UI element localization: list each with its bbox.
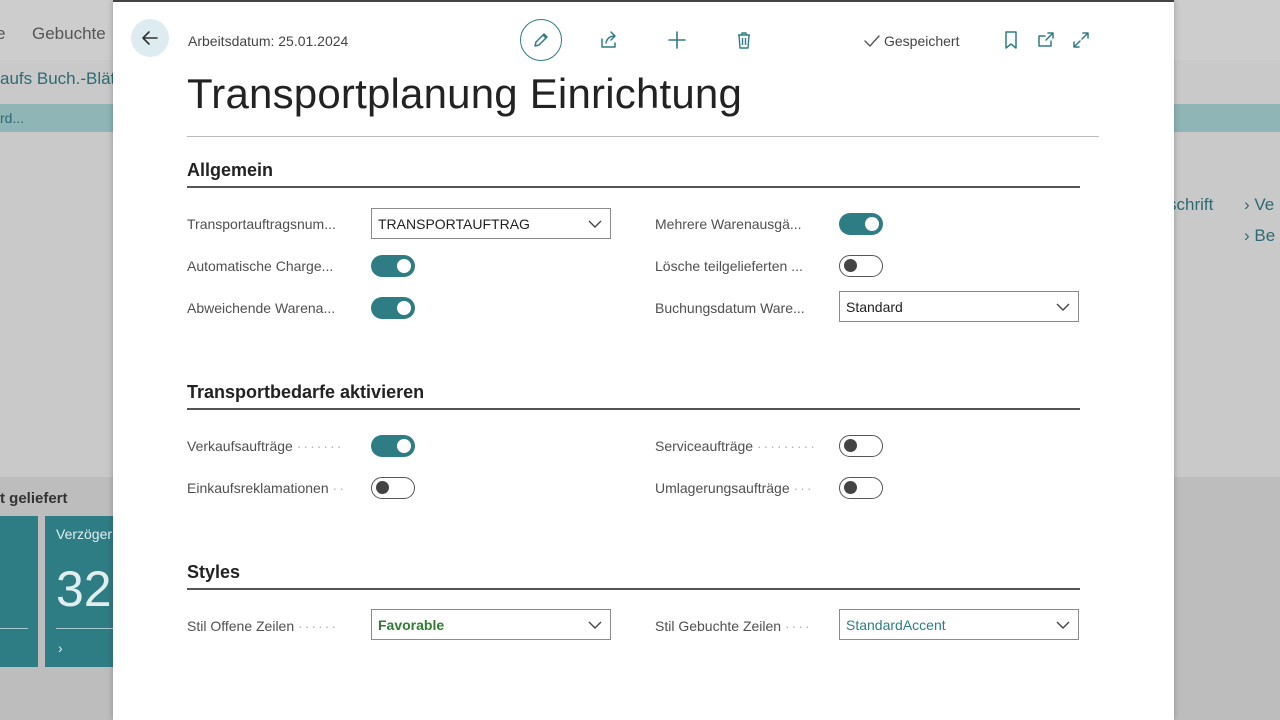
diff-goods-toggle[interactable] [371, 297, 415, 319]
leader-dots: ··· [793, 480, 814, 496]
purchase-returns-toggle[interactable] [371, 477, 415, 499]
toggle-knob [397, 439, 411, 453]
multiple-goods-out-toggle[interactable] [839, 213, 883, 235]
toggle-knob [865, 217, 879, 231]
delete-button[interactable] [733, 29, 755, 51]
page-title: Transportplanung Einrichtung [187, 70, 743, 117]
toggle-knob [376, 481, 389, 494]
sales-orders-toggle[interactable] [371, 435, 415, 457]
back-button[interactable] [131, 19, 169, 57]
toggle-knob [397, 301, 411, 315]
expand-button[interactable] [1070, 29, 1092, 51]
background-right-link-2-text: Be [1254, 226, 1276, 245]
background-right-link-1: › Ve [1244, 195, 1275, 214]
posted-lines-style-label-text: Stil Gebuchte Zeilen [655, 618, 782, 634]
section-title-styles[interactable]: Styles [187, 562, 240, 583]
background-tile-line [0, 628, 28, 629]
purchase-returns-label: Einkaufsreklamationen ·· [187, 480, 346, 496]
share-button[interactable] [598, 29, 620, 51]
chevron-down-icon [1056, 621, 1070, 629]
posted-lines-style-label: Stil Gebuchte Zeilen ···· [655, 618, 812, 634]
bookmark-button[interactable] [1000, 29, 1022, 51]
multiple-goods-out-label: Mehrere Warenausgä... [655, 216, 802, 232]
arrow-left-icon [142, 31, 158, 45]
leader-dots: ······· [296, 438, 344, 454]
purchase-returns-label-text: Einkaufsreklamationen [187, 480, 329, 496]
background-tile-label: Verzöger [56, 526, 113, 542]
background-tile-value: 32 [56, 561, 112, 617]
sales-orders-label-text: Verkaufsaufträge [187, 438, 293, 454]
background-nav-item-left: e [0, 24, 6, 43]
open-new-window-button[interactable] [1035, 29, 1057, 51]
bookmark-icon [1005, 31, 1017, 49]
delete-partial-label: Lösche teilgelieferten ... [655, 258, 803, 274]
share-icon [601, 31, 616, 48]
posting-date-value: Standard [846, 298, 903, 315]
section-title-demand[interactable]: Transportbedarfe aktivieren [187, 382, 424, 403]
new-button[interactable] [666, 29, 688, 51]
title-divider [187, 136, 1099, 137]
edit-button[interactable] [520, 19, 562, 61]
transport-order-nos-label: Transportauftragsnum... [187, 216, 336, 232]
setup-dialog: Arbeitsdatum: 25.01.2024 Gespeichert Tra… [113, 0, 1174, 720]
background-tile-line [56, 628, 113, 629]
service-orders-label-text: Serviceaufträge [655, 438, 754, 454]
service-orders-toggle[interactable] [839, 435, 883, 457]
background-right-link-2: › Be [1244, 226, 1276, 245]
background-tile-1 [0, 516, 38, 667]
section-divider [187, 588, 1080, 590]
background-late-label: t geliefert [0, 490, 68, 507]
background-band-text: rd... [0, 110, 25, 126]
open-lines-style-value: Favorable [378, 616, 445, 633]
open-lines-style-select[interactable]: Favorable [371, 609, 611, 640]
transport-order-nos-value: TRANSPORTAUFTRAG [378, 215, 530, 232]
transport-order-nos-select[interactable]: TRANSPORTAUFTRAG [371, 208, 611, 239]
auto-batch-label: Automatische Charge... [187, 258, 334, 274]
section-title-general[interactable]: Allgemein [187, 160, 273, 181]
posting-date-select[interactable]: Standard [839, 291, 1079, 322]
saved-indicator: Gespeichert [863, 32, 959, 50]
leader-dots: ···· [784, 618, 812, 634]
transfer-orders-toggle[interactable] [839, 477, 883, 499]
check-icon [864, 35, 880, 48]
expand-icon [1073, 32, 1089, 48]
trash-icon [738, 32, 750, 49]
leader-dots: ········· [756, 438, 817, 454]
background-right-link-1-text: Ve [1254, 195, 1275, 214]
posting-date-label: Buchungsdatum Ware... [655, 300, 805, 316]
diff-goods-label: Abweichende Warena... [187, 300, 336, 316]
toggle-knob [844, 481, 857, 494]
chevron-down-icon [588, 621, 602, 629]
section-divider [187, 186, 1080, 188]
delete-partial-toggle[interactable] [839, 255, 883, 277]
section-divider [187, 408, 1080, 410]
toggle-knob [397, 259, 411, 273]
chevron-down-icon [588, 220, 602, 228]
service-orders-label: Serviceaufträge ········· [655, 438, 817, 454]
toggle-knob [844, 439, 857, 452]
open-in-new-window-icon [1038, 32, 1054, 47]
pencil-icon [534, 33, 548, 47]
background-link: aufs Buch.-Blät [0, 69, 116, 88]
open-lines-style-label: Stil Offene Zeilen ······ [187, 618, 338, 634]
posted-lines-style-select[interactable]: StandardAccent [839, 609, 1079, 640]
chevron-right-icon: › [58, 640, 63, 656]
transfer-orders-label-text: Umlagerungsaufträge [655, 480, 790, 496]
work-date: Arbeitsdatum: 25.01.2024 [188, 33, 349, 49]
sales-orders-label: Verkaufsaufträge ······· [187, 438, 343, 454]
posted-lines-style-value: StandardAccent [846, 616, 946, 633]
leader-dots: ·· [332, 480, 346, 496]
plus-icon [668, 31, 686, 49]
open-lines-style-label-text: Stil Offene Zeilen [187, 618, 295, 634]
transfer-orders-label: Umlagerungsaufträge ··· [655, 480, 814, 496]
background-nav-item: Gebuchte [32, 24, 106, 43]
toggle-knob [844, 259, 857, 272]
background-right-heading: schrift [1168, 195, 1214, 214]
leader-dots: ······ [298, 618, 339, 634]
saved-label: Gespeichert [884, 33, 960, 49]
auto-batch-toggle[interactable] [371, 255, 415, 277]
chevron-down-icon [1056, 303, 1070, 311]
